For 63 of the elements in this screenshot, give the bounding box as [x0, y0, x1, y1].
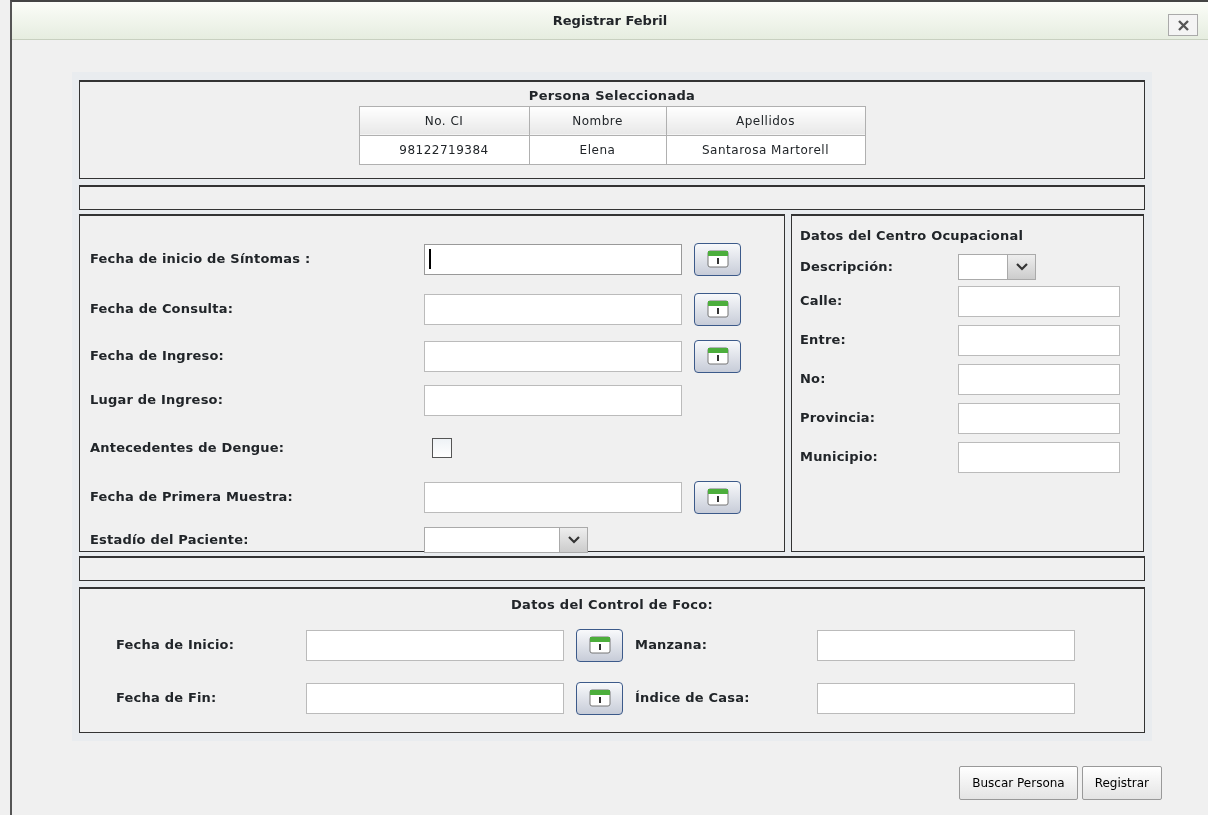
field-label: Municipio: — [800, 448, 879, 467]
input-field[interactable] — [958, 402, 1120, 434]
column-header: Nombre — [529, 106, 666, 135]
field-label: Estadío del Paciente: — [90, 531, 250, 550]
input-field[interactable] — [817, 682, 1075, 714]
field-label: Descripción: — [800, 257, 895, 276]
dropdown[interactable] — [424, 527, 588, 553]
table-cell: Elena — [529, 135, 666, 164]
action-button[interactable]: Buscar Persona — [959, 766, 1078, 800]
dropdown[interactable] — [958, 253, 1036, 280]
input-field[interactable] — [424, 293, 682, 325]
text-cursor — [429, 249, 431, 269]
chevron-down-icon — [567, 536, 580, 544]
field-label: Provincia: — [800, 409, 877, 428]
field-label: Manzana: — [635, 636, 709, 655]
close-button[interactable] — [1168, 14, 1198, 36]
input-field[interactable] — [306, 682, 564, 714]
field-label: Entre: — [800, 331, 847, 350]
input-field[interactable] — [958, 441, 1120, 473]
section-title: Datos del Centro Ocupacional — [800, 227, 1025, 245]
field-label: Antecedentes de Dengue: — [90, 439, 286, 458]
field-label: Índice de Casa: — [635, 689, 751, 708]
calendar-button[interactable] — [576, 628, 623, 662]
input-field[interactable] — [958, 363, 1120, 395]
field-label: Lugar de Ingreso: — [90, 391, 225, 410]
close-icon — [1177, 19, 1189, 31]
input-field[interactable] — [958, 285, 1120, 317]
table-cell: 98122719384 — [359, 135, 529, 164]
action-button[interactable]: Registrar — [1081, 766, 1162, 800]
input-field[interactable] — [424, 384, 682, 416]
calendar-icon — [706, 488, 729, 506]
field-label: Fecha de Fin: — [116, 689, 218, 708]
field-label: Fecha de Inicio: — [116, 636, 236, 655]
calendar-icon — [706, 300, 729, 318]
calendar-icon — [706, 347, 729, 365]
input-field[interactable] — [424, 243, 682, 275]
calendar-button[interactable] — [694, 480, 741, 514]
section-title: Datos del Control de Foco: — [510, 596, 714, 614]
field-label: Calle: — [800, 292, 844, 311]
input-field[interactable] — [306, 629, 564, 661]
calendar-icon — [706, 250, 729, 268]
field-label: No: — [800, 370, 827, 389]
calendar-button[interactable] — [576, 681, 623, 715]
calendar-button[interactable] — [694, 339, 741, 373]
field-label: Fecha de inicio de Síntomas : — [90, 250, 312, 269]
input-field[interactable] — [958, 324, 1120, 356]
column-header: Apellidos — [666, 106, 865, 135]
field-label: Fecha de Primera Muestra: — [90, 488, 294, 507]
calendar-button[interactable] — [694, 242, 741, 276]
calendar-button[interactable] — [694, 292, 741, 326]
chevron-down-icon — [1015, 262, 1028, 271]
calendar-icon — [588, 636, 611, 654]
column-header: No. CI — [359, 106, 529, 135]
input-field[interactable] — [424, 340, 682, 372]
checkbox[interactable] — [432, 438, 452, 458]
section-title: Persona Seleccionada — [527, 87, 697, 105]
input-field[interactable] — [424, 481, 682, 513]
calendar-icon — [588, 689, 611, 707]
window-title: Registrar Febril — [552, 11, 668, 30]
field-label: Fecha de Consulta: — [90, 300, 235, 319]
input-field[interactable] — [817, 629, 1075, 661]
field-label: Fecha de Ingreso: — [90, 347, 225, 366]
table-cell: Santarosa Martorell — [666, 135, 865, 164]
